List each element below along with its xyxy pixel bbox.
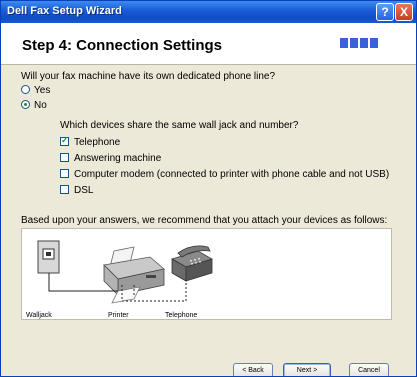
- checkbox-dsl[interactable]: DSL: [60, 185, 93, 198]
- printer-label: Printer: [108, 312, 129, 319]
- connection-diagram-graphic: [37, 240, 214, 304]
- radio-button[interactable]: [21, 100, 30, 109]
- window-title: Dell Fax Setup Wizard: [7, 5, 122, 17]
- help-icon[interactable]: ?: [376, 3, 394, 21]
- telephone-label: Telephone: [165, 312, 198, 319]
- progress-segment: [360, 38, 368, 48]
- connection-diagram: [21, 228, 392, 320]
- checkbox[interactable]: [60, 153, 69, 162]
- wizard-header: Step 4: Connection Settings: [1, 23, 416, 65]
- radio-label: No: [34, 100, 47, 111]
- next-button[interactable]: Next >: [283, 363, 331, 376]
- progress-segment: [350, 38, 358, 48]
- close-icon[interactable]: X: [395, 3, 413, 21]
- step-progress-indicator: [340, 38, 380, 48]
- cancel-button[interactable]: Cancel: [349, 363, 389, 376]
- radio-label: Yes: [34, 85, 51, 96]
- shared-devices-question: Which devices share the same wall jack a…: [60, 120, 299, 131]
- recommendation-text: Based upon your answers, we recommend th…: [21, 215, 388, 226]
- checkbox-label: Telephone: [74, 137, 121, 148]
- back-button[interactable]: < Back: [233, 363, 273, 376]
- progress-segment: [370, 38, 378, 48]
- checkbox[interactable]: [60, 169, 69, 178]
- checkbox[interactable]: [60, 135, 69, 146]
- walljack-label: Walljack: [26, 312, 52, 319]
- radio-yes[interactable]: Yes: [21, 85, 50, 98]
- checkbox-label: Answering machine: [74, 153, 162, 164]
- checkbox[interactable]: [60, 185, 69, 194]
- checkbox-label: DSL: [74, 185, 94, 196]
- checkbox-answering-machine[interactable]: Answering machine: [60, 153, 161, 166]
- walljack-icon: [37, 240, 60, 274]
- page-title: Step 4: Connection Settings: [22, 37, 223, 54]
- title-bar[interactable]: Dell Fax Setup Wizard ? X: [1, 1, 416, 23]
- radio-button[interactable]: [21, 85, 30, 94]
- wizard-window: Dell Fax Setup Wizard ? X Step 4: Connec…: [0, 0, 417, 377]
- radio-no[interactable]: No: [21, 100, 47, 113]
- progress-segment: [340, 38, 348, 48]
- checkbox-telephone[interactable]: Telephone: [60, 135, 121, 150]
- telephone-icon: [170, 245, 214, 282]
- wizard-content: Will your fax machine have its own dedic…: [1, 65, 416, 376]
- checkbox-computer-modem[interactable]: Computer modem (connected to printer wit…: [60, 169, 389, 182]
- checkbox-label: Computer modem (connected to printer wit…: [74, 169, 390, 180]
- dedicated-line-question: Will your fax machine have its own dedic…: [21, 71, 276, 82]
